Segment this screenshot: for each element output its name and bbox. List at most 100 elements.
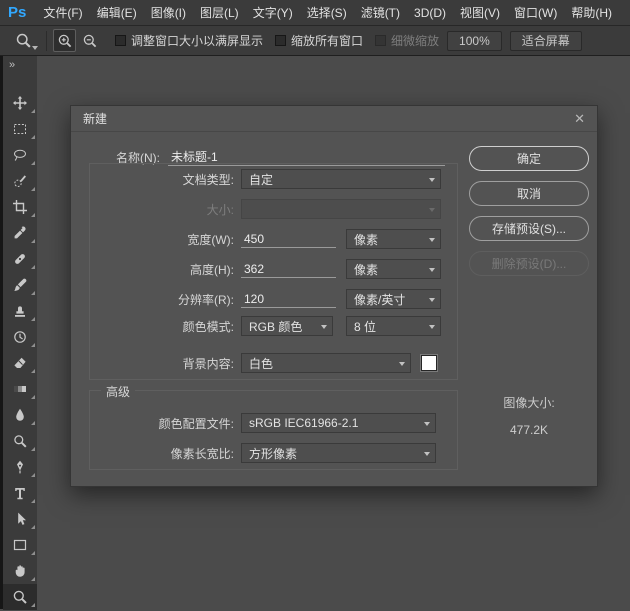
flyout-indicator-icon	[31, 577, 35, 581]
height-label: 高度(H):	[89, 261, 234, 278]
close-icon[interactable]: ✕	[574, 111, 585, 127]
resolution-input[interactable]: 120	[241, 290, 336, 308]
dodge-tool[interactable]	[3, 428, 37, 454]
flyout-indicator-icon	[31, 239, 35, 243]
flyout-indicator-icon	[31, 369, 35, 373]
width-unit-select[interactable]: 像素	[346, 229, 441, 249]
dialog-titlebar[interactable]: 新建 ✕	[71, 106, 597, 132]
history-brush-tool-icon	[12, 329, 28, 345]
menu-image[interactable]: 图像(I)	[144, 6, 193, 20]
checkbox-label: 缩放所有窗口	[291, 32, 363, 49]
height-unit-select[interactable]: 像素	[346, 259, 441, 279]
resolution-label: 分辨率(R):	[89, 291, 234, 308]
checkbox-zoom-all-windows[interactable]: 缩放所有窗口	[275, 32, 363, 49]
zoom-tool-preset[interactable]	[6, 29, 40, 53]
color-profile-select[interactable]: sRGB IEC61966-2.1	[241, 413, 436, 433]
zoom-tool[interactable]	[3, 584, 37, 610]
color-mode-label: 颜色模式:	[89, 318, 234, 335]
rectangular-marquee-tool[interactable]	[3, 116, 37, 142]
cancel-button[interactable]: 取消	[469, 181, 589, 206]
eraser-tool[interactable]	[3, 350, 37, 376]
menu-help[interactable]: 帮助(H)	[564, 6, 619, 20]
lasso-tool[interactable]	[3, 142, 37, 168]
brush-tool-icon	[12, 277, 28, 293]
tools-list	[3, 90, 37, 610]
menu-edit[interactable]: 编辑(E)	[90, 6, 144, 20]
collapse-panel-button[interactable]: »	[3, 56, 37, 74]
rectangle-tool-icon	[12, 537, 28, 553]
pen-tool-icon	[12, 459, 28, 475]
pixel-aspect-label: 像素长宽比:	[89, 445, 234, 462]
flyout-indicator-icon	[31, 213, 35, 217]
ok-button[interactable]: 确定	[469, 146, 589, 171]
menu-3d[interactable]: 3D(D)	[407, 6, 453, 20]
menu-type[interactable]: 文字(Y)	[246, 6, 300, 20]
flyout-indicator-icon	[31, 343, 35, 347]
history-brush-tool[interactable]	[3, 324, 37, 350]
hand-tool[interactable]	[3, 558, 37, 584]
workspace: » 新建 ✕ 名称(N): 未标题-1 文档类型: 自定	[0, 56, 630, 609]
menu-select[interactable]: 选择(S)	[300, 6, 354, 20]
menu-window[interactable]: 窗口(W)	[507, 6, 564, 20]
zoom-out-icon	[82, 33, 98, 49]
menu-file[interactable]: 文件(F)	[36, 6, 89, 20]
menu-filter[interactable]: 滤镜(T)	[354, 6, 407, 20]
menu-bar: Ps 文件(F)编辑(E)图像(I)图层(L)文字(Y)选择(S)滤镜(T)3D…	[0, 0, 630, 26]
background-row: 背景内容: 白色	[89, 353, 437, 373]
move-tool[interactable]	[3, 90, 37, 116]
tools-panel-inner: »	[3, 56, 37, 609]
options-buttons: 100% 适合屏幕	[439, 31, 582, 51]
checkbox-resize-windows-to-fit[interactable]: 调整窗口大小以满屏显示	[115, 32, 263, 49]
blur-tool[interactable]	[3, 402, 37, 428]
flyout-indicator-icon	[31, 499, 35, 503]
flyout-indicator-icon	[31, 291, 35, 295]
flyout-indicator-icon	[31, 525, 35, 529]
save-preset-button[interactable]: 存储预设(S)...	[469, 216, 589, 241]
background-color-swatch[interactable]	[421, 355, 437, 371]
menu-layer[interactable]: 图层(L)	[193, 6, 246, 20]
flyout-indicator-icon	[31, 421, 35, 425]
brush-tool[interactable]	[3, 272, 37, 298]
gradient-tool-icon	[12, 381, 28, 397]
height-input[interactable]: 362	[241, 260, 336, 278]
checkbox-box-icon	[375, 35, 386, 46]
gradient-tool[interactable]	[3, 376, 37, 402]
doc-type-select[interactable]: 自定	[241, 169, 441, 189]
path-selection-tool[interactable]	[3, 506, 37, 532]
canvas-area: 新建 ✕ 名称(N): 未标题-1 文档类型: 自定 大小:	[37, 56, 630, 609]
spot-healing-brush-tool[interactable]	[3, 246, 37, 272]
zoom-out-button[interactable]	[78, 29, 101, 52]
size-select	[241, 199, 441, 219]
flyout-indicator-icon	[31, 395, 35, 399]
checkbox-scrubby-zoom: 细微缩放	[375, 32, 439, 49]
rectangle-tool[interactable]	[3, 532, 37, 558]
type-tool[interactable]	[3, 480, 37, 506]
options-checkboxes: 调整窗口大小以满屏显示 缩放所有窗口 细微缩放	[103, 32, 439, 49]
checkbox-label: 细微缩放	[391, 32, 439, 49]
crop-tool[interactable]	[3, 194, 37, 220]
bit-depth-select[interactable]: 8 位	[346, 316, 441, 336]
resolution-unit-select[interactable]: 像素/英寸	[346, 289, 441, 309]
quick-selection-tool[interactable]	[3, 168, 37, 194]
blur-tool-icon	[12, 407, 28, 423]
zoom-in-icon	[57, 33, 73, 49]
advanced-section-label: 高级	[101, 383, 135, 400]
eyedropper-tool[interactable]	[3, 220, 37, 246]
zoom-tool-icon	[12, 589, 28, 605]
photoshop-logo: Ps	[0, 4, 36, 21]
background-select[interactable]: 白色	[241, 353, 411, 373]
flyout-indicator-icon	[31, 109, 35, 113]
fit-screen-button[interactable]: 适合屏幕	[510, 31, 582, 51]
chevron-down-icon	[429, 208, 435, 212]
color-mode-select[interactable]: RGB 颜色	[241, 316, 333, 336]
spot-healing-brush-tool-icon	[12, 251, 28, 267]
zoom-in-button[interactable]	[53, 29, 76, 52]
separator	[46, 31, 47, 51]
zoom-100-button[interactable]: 100%	[447, 31, 502, 51]
clone-stamp-tool[interactable]	[3, 298, 37, 324]
menu-view[interactable]: 视图(V)	[453, 6, 507, 20]
width-input[interactable]: 450	[241, 230, 336, 248]
pixel-aspect-select[interactable]: 方形像素	[241, 443, 436, 463]
tools-panel: »	[0, 56, 37, 609]
pen-tool[interactable]	[3, 454, 37, 480]
